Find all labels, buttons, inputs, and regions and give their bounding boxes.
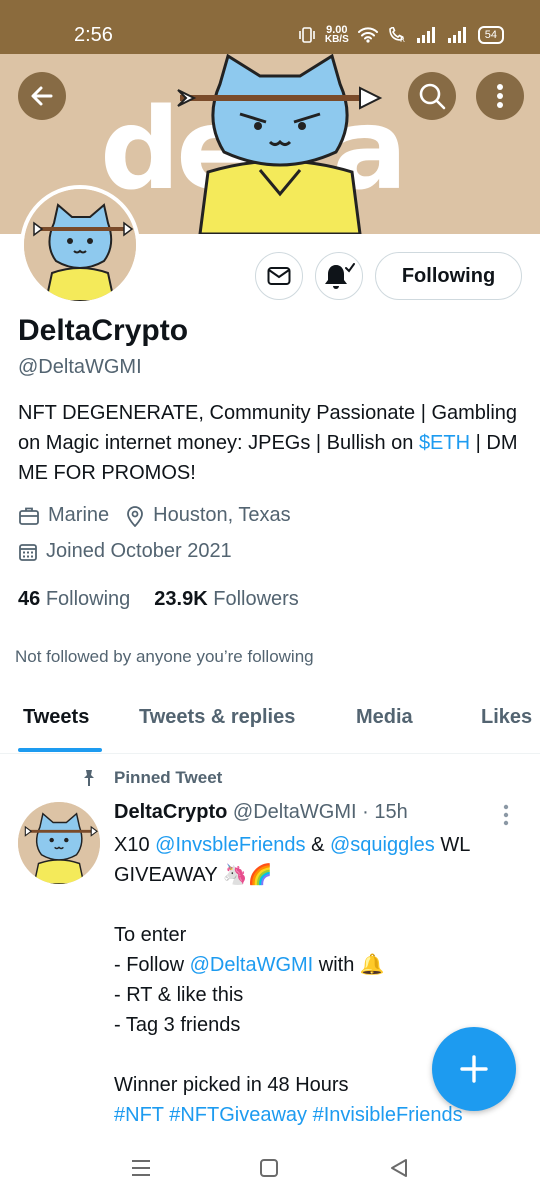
network-rate: 9.00 KB/S <box>324 24 349 45</box>
tweet-line: - Follow @DeltaWGMI with 🔔 <box>114 954 385 976</box>
tweet-time[interactable]: 15h <box>374 801 407 823</box>
followers-count-link[interactable]: 23.9K Followers <box>154 588 299 611</box>
bell-check-icon <box>325 263 355 289</box>
mail-icon <box>267 267 291 285</box>
battery-indicator: 54 <box>477 26 504 44</box>
plus-icon <box>460 1055 488 1083</box>
bio-cashtag-link[interactable]: $ETH <box>419 432 470 454</box>
pinned-text: Pinned Tweet <box>114 768 223 787</box>
mention-link[interactable]: @DeltaWGMI <box>190 954 314 976</box>
followed-by-context: Not followed by anyone you’re following <box>15 647 314 666</box>
tab-likes[interactable]: Likes <box>481 706 532 729</box>
home-square-icon[interactable] <box>259 1158 279 1178</box>
follow-counts: 46 Following 23.9K Followers <box>18 588 299 611</box>
hashtag-link[interactable]: #NFTGiveaway <box>169 1104 307 1126</box>
following-label: Following <box>45 588 131 610</box>
avatar-cat-image <box>18 802 100 884</box>
briefcase-icon <box>19 507 39 525</box>
notifications-button[interactable] <box>315 252 363 300</box>
tweet-line: GIVEAWAY 🦄🌈 <box>114 864 273 886</box>
tweet-author-name[interactable]: DeltaCrypto <box>114 801 227 823</box>
svg-text:R: R <box>400 36 405 43</box>
joined-text: Joined October 2021 <box>46 540 232 562</box>
banner-cat-illustration <box>177 54 383 234</box>
location: Houston, Texas <box>125 504 291 527</box>
message-button[interactable] <box>255 252 303 300</box>
search-icon <box>419 83 446 110</box>
display-name: DeltaCrypto <box>18 314 189 347</box>
tab-tweets[interactable]: Tweets <box>23 706 89 729</box>
more-vertical-icon <box>503 804 509 826</box>
profile-bio: NFT DEGENERATE, Community Passionate | G… <box>18 398 523 488</box>
tweet-line: - RT & like this <box>114 984 244 1006</box>
occupation-text: Marine <box>48 504 110 526</box>
tweet-more-button[interactable] <box>502 804 510 831</box>
tweet-author-handle[interactable]: @DeltaWGMI <box>233 801 357 823</box>
profile-tabs: Tweets Tweets & replies Media Likes <box>0 690 540 754</box>
status-bar: 2:56 9.00 KB/S R 54 <box>0 0 540 54</box>
more-options-button[interactable] <box>476 72 524 120</box>
menu-icon[interactable] <box>130 1158 152 1178</box>
signal-icon <box>416 27 435 43</box>
mention-link[interactable]: @InvsbleFriends <box>155 834 305 856</box>
tweet-line: To enter <box>114 924 187 946</box>
location-text: Houston, Texas <box>153 504 291 526</box>
volte-call-icon: R <box>388 27 405 43</box>
wifi-icon <box>357 27 378 43</box>
back-triangle-icon[interactable] <box>388 1158 410 1178</box>
tweet-separator: · <box>362 801 369 823</box>
avatar-cat-image <box>24 189 136 301</box>
tweet-author-avatar[interactable] <box>18 802 100 884</box>
location-pin-icon <box>127 505 144 527</box>
calendar-icon <box>19 543 37 561</box>
signal-icon-2 <box>447 27 466 43</box>
hashtag-link[interactable]: #NFT <box>114 1104 164 1126</box>
arrow-left-icon <box>31 86 53 106</box>
more-vertical-icon <box>497 84 503 108</box>
tab-media[interactable]: Media <box>356 706 413 729</box>
search-button[interactable] <box>408 72 456 120</box>
status-icons: 9.00 KB/S R 54 <box>298 25 504 45</box>
joined-date: Joined October 2021 <box>18 540 232 563</box>
tab-tweets-replies[interactable]: Tweets & replies <box>139 706 295 729</box>
hashtag-link[interactable]: #InvisibleFriends <box>313 1104 463 1126</box>
profile-meta-row: Marine Houston, Texas <box>18 504 307 527</box>
followers-label: Followers <box>213 588 299 610</box>
active-tab-indicator <box>18 748 102 752</box>
status-time: 2:56 <box>74 24 113 46</box>
following-count: 46 <box>18 588 41 610</box>
following-button[interactable]: Following <box>375 252 522 300</box>
back-button[interactable] <box>18 72 66 120</box>
joined-row: Joined October 2021 <box>18 540 248 563</box>
pin-icon <box>84 770 94 786</box>
followers-count: 23.9K <box>154 588 208 610</box>
pinned-label: Pinned Tweet <box>80 768 222 788</box>
following-count-link[interactable]: 46 Following <box>18 588 130 611</box>
profile-avatar[interactable] <box>20 185 140 305</box>
mention-link[interactable]: @squiggles <box>330 834 435 856</box>
occupation: Marine <box>18 504 109 527</box>
tweet-line: X10 @InvsbleFriends & @squiggles WL <box>114 834 471 856</box>
vibrate-icon <box>299 27 315 43</box>
tweet-header: DeltaCrypto @DeltaWGMI · 15h <box>114 801 408 824</box>
system-nav-bar <box>0 1140 540 1200</box>
compose-tweet-button[interactable] <box>432 1027 516 1111</box>
profile-handle: @DeltaWGMI <box>18 356 142 378</box>
